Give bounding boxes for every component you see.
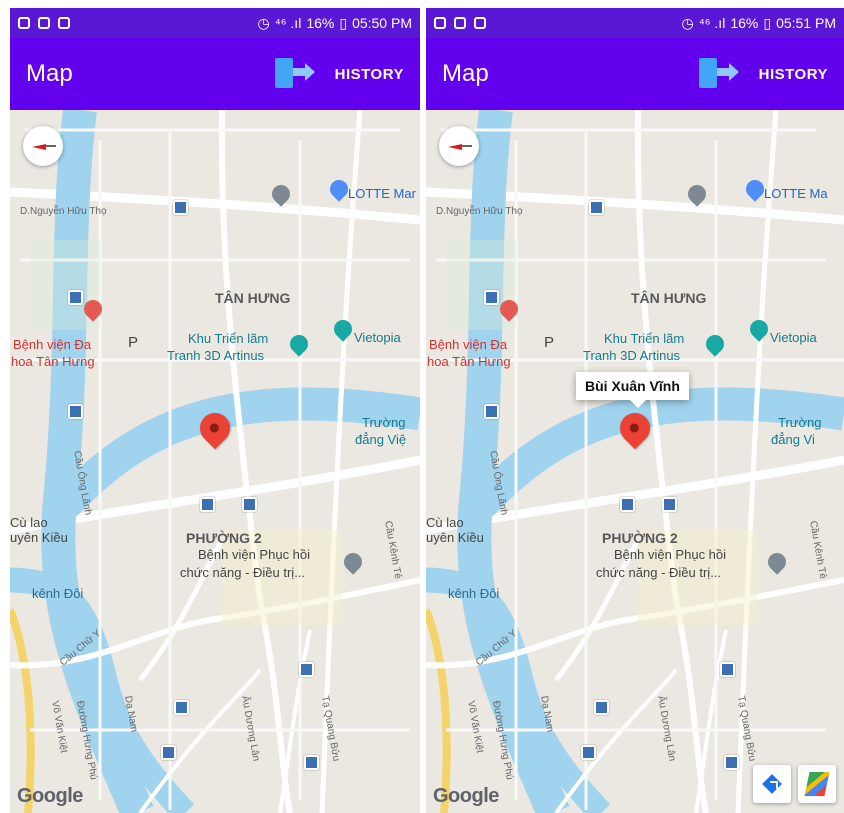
status-bar: ◷ ⁴⁶ .ıl 16% ▯ 05:50 PM bbox=[10, 8, 420, 38]
battery-percent: 16% bbox=[306, 15, 335, 31]
notification-icon bbox=[474, 17, 486, 29]
map-label-lotte: LOTTE Mar bbox=[348, 186, 416, 201]
google-logo: Google bbox=[433, 785, 499, 807]
map-label-rehab-2: chức năng - Điều trị... bbox=[180, 565, 306, 580]
notification-icon bbox=[454, 17, 466, 29]
alarm-icon: ◷ bbox=[681, 14, 694, 31]
map-label-culao-1: Cù lao bbox=[426, 515, 464, 530]
bus-stop-icon[interactable] bbox=[720, 662, 735, 677]
notification-icon bbox=[58, 17, 70, 29]
map-label-culao-2: uyên Kiều bbox=[10, 530, 68, 545]
map-label-parking: P bbox=[128, 334, 139, 351]
map-label-culao-1: Cù lao bbox=[10, 515, 48, 530]
bus-stop-icon[interactable] bbox=[581, 745, 596, 760]
google-logo: Google bbox=[17, 785, 83, 807]
map-label-exhibition-1: Khu Triển lãm bbox=[604, 331, 685, 346]
logout-icon[interactable] bbox=[697, 57, 739, 91]
map-label-exhibition-2: Tranh 3D Artinus bbox=[583, 348, 681, 363]
status-notification-icons bbox=[18, 17, 70, 29]
battery-icon: ▯ bbox=[763, 14, 772, 31]
notification-icon bbox=[18, 17, 30, 29]
map-view[interactable]: D.Nguyễn Hữu Thọ LOTTE Mar TÂN HƯNG Bệnh… bbox=[10, 110, 420, 813]
map-label-hospital-1: Bệnh viện Đa bbox=[429, 337, 508, 352]
bus-stop-icon[interactable] bbox=[200, 497, 215, 512]
map-label-vietopia: Vietopia bbox=[770, 330, 817, 345]
signal-text: ⁴⁶ .ıl bbox=[698, 15, 726, 31]
bus-stop-icon[interactable] bbox=[724, 755, 739, 770]
alarm-icon: ◷ bbox=[257, 14, 270, 31]
map-label-culao-2: uyên Kiều bbox=[426, 530, 484, 545]
map-label-street-top: D.Nguyễn Hữu Thọ bbox=[436, 206, 523, 217]
battery-percent: 16% bbox=[730, 15, 759, 31]
bus-stop-icon[interactable] bbox=[173, 200, 188, 215]
google-maps-icon[interactable] bbox=[798, 765, 836, 803]
map-view[interactable]: D.Nguyễn Hữu Thọ LOTTE Ma TÂN HƯNG Bệnh … bbox=[426, 110, 844, 813]
bus-stop-icon[interactable] bbox=[304, 755, 319, 770]
compass-button[interactable] bbox=[23, 126, 63, 166]
compass-button[interactable] bbox=[439, 126, 479, 166]
map-toolbar bbox=[753, 765, 836, 803]
status-right: ◷ ⁴⁶ .ıl 16% ▯ 05:50 PM bbox=[258, 15, 412, 32]
app-bar: Map HISTORY bbox=[426, 38, 844, 110]
signal-text: ⁴⁶ .ıl bbox=[274, 15, 302, 31]
bus-stop-icon[interactable] bbox=[68, 404, 83, 419]
app-bar: Map HISTORY bbox=[10, 38, 420, 110]
map-label-rehab-2: chức năng - Điều trị... bbox=[596, 565, 722, 580]
status-notification-icons bbox=[434, 17, 486, 29]
directions-icon[interactable] bbox=[753, 765, 791, 803]
map-label-phuong: PHƯỜNG 2 bbox=[602, 530, 678, 546]
map-label-truong-2: đẳng Vi bbox=[771, 432, 815, 447]
bus-stop-icon[interactable] bbox=[662, 497, 677, 512]
bus-stop-icon[interactable] bbox=[484, 404, 499, 419]
history-button[interactable]: HISTORY bbox=[335, 66, 404, 83]
map-label-hospital-2: hoa Tân Hưng bbox=[11, 354, 95, 369]
bus-stop-icon[interactable] bbox=[68, 290, 83, 305]
bus-stop-icon[interactable] bbox=[161, 745, 176, 760]
map-label-street-top: D.Nguyễn Hữu Thọ bbox=[20, 206, 107, 217]
location-info-window[interactable]: Bùi Xuân Vĩnh bbox=[576, 372, 689, 408]
map-label-exhibition-2: Tranh 3D Artinus bbox=[167, 348, 265, 363]
bus-stop-icon[interactable] bbox=[242, 497, 257, 512]
map-label-kenh: kênh Đôi bbox=[32, 586, 84, 601]
status-time: 05:51 PM bbox=[776, 15, 836, 31]
logout-icon[interactable] bbox=[273, 57, 315, 91]
map-label-rehab-1: Bệnh viện Phục hồi bbox=[198, 547, 311, 562]
map-label-truong-2: đẳng Việ bbox=[355, 432, 407, 447]
bus-stop-icon[interactable] bbox=[484, 290, 499, 305]
app-title: Map bbox=[442, 60, 489, 87]
app-title: Map bbox=[26, 60, 73, 87]
map-label-hospital-2: hoa Tân Hưng bbox=[427, 354, 511, 369]
map-label-phuong: PHƯỜNG 2 bbox=[186, 530, 262, 546]
bus-stop-icon[interactable] bbox=[589, 200, 604, 215]
map-label-lotte: LOTTE Ma bbox=[764, 186, 828, 201]
bus-stop-icon[interactable] bbox=[299, 662, 314, 677]
status-bar: ◷ ⁴⁶ .ıl 16% ▯ 05:51 PM bbox=[426, 8, 844, 38]
map-label-rehab-1: Bệnh viện Phục hồi bbox=[614, 547, 727, 562]
notification-icon bbox=[434, 17, 446, 29]
map-label-district: TÂN HƯNG bbox=[215, 290, 291, 306]
map-label-truong-1: Trường bbox=[778, 415, 822, 430]
status-time: 05:50 PM bbox=[352, 15, 412, 31]
map-label-kenh: kênh Đôi bbox=[448, 586, 500, 601]
status-right: ◷ ⁴⁶ .ıl 16% ▯ 05:51 PM bbox=[682, 15, 836, 32]
map-label-parking: P bbox=[544, 334, 555, 351]
map-label-exhibition-1: Khu Triển lãm bbox=[188, 331, 269, 346]
left-phone-screen: ◷ ⁴⁶ .ıl 16% ▯ 05:50 PM Map HISTORY D.Ng… bbox=[10, 8, 420, 813]
bus-stop-icon[interactable] bbox=[620, 497, 635, 512]
map-label-district: TÂN HƯNG bbox=[631, 290, 707, 306]
right-phone-screen: ◷ ⁴⁶ .ıl 16% ▯ 05:51 PM Map HISTORY D.Ng… bbox=[426, 8, 844, 813]
map-label-vietopia: Vietopia bbox=[354, 330, 401, 345]
history-button[interactable]: HISTORY bbox=[759, 66, 828, 83]
notification-icon bbox=[38, 17, 50, 29]
map-label-hospital-1: Bệnh viện Đa bbox=[13, 337, 92, 352]
battery-icon: ▯ bbox=[339, 14, 348, 31]
map-label-truong-1: Trường bbox=[362, 415, 406, 430]
bus-stop-icon[interactable] bbox=[174, 700, 189, 715]
bus-stop-icon[interactable] bbox=[594, 700, 609, 715]
